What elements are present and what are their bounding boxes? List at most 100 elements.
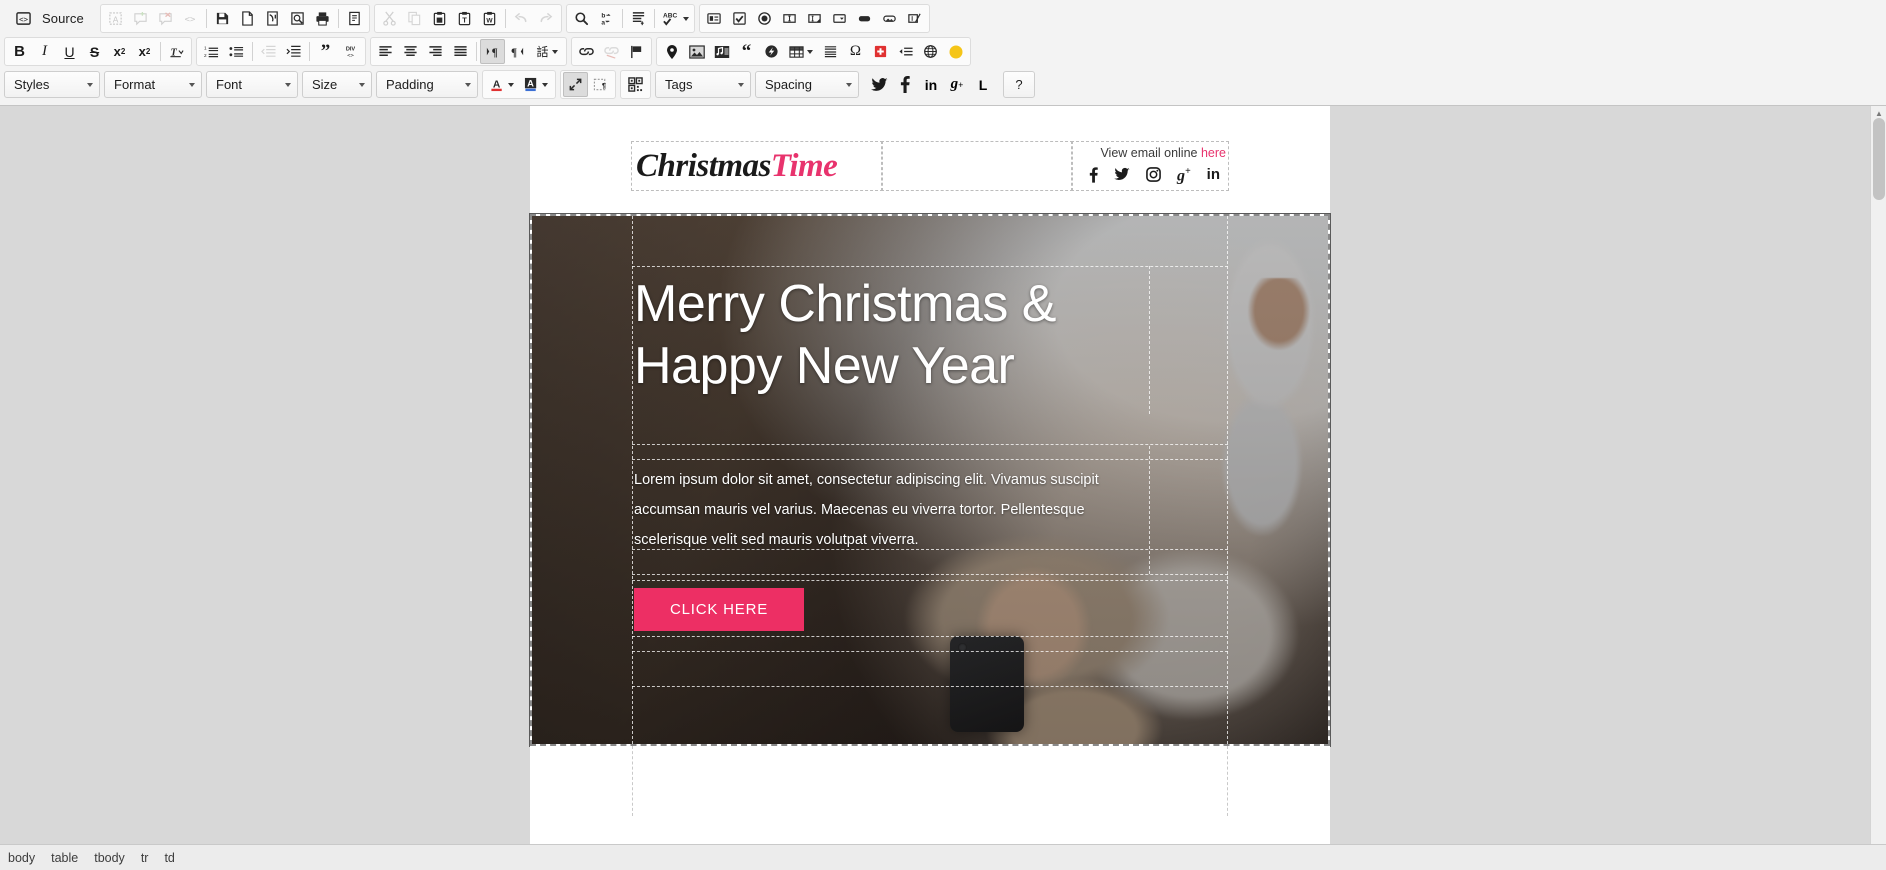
- text-direction-ltr-button[interactable]: ¶: [480, 39, 505, 64]
- underline-button[interactable]: U: [57, 39, 82, 64]
- preview-button[interactable]: [285, 6, 310, 31]
- email-canvas[interactable]: ChristmasTime View email online here g+ …: [529, 106, 1331, 867]
- table-button[interactable]: [784, 39, 818, 64]
- document-properties-button[interactable]: [342, 6, 367, 31]
- paste-as-text-button[interactable]: T: [452, 6, 477, 31]
- special-char-button[interactable]: Ω: [843, 39, 868, 64]
- path-item-table[interactable]: table: [51, 851, 78, 865]
- map-marker-button[interactable]: [659, 39, 684, 64]
- background-color-button[interactable]: A: [519, 72, 553, 97]
- path-item-body[interactable]: body: [8, 851, 35, 865]
- media-button[interactable]: [709, 39, 734, 64]
- view-email-online-link[interactable]: here: [1201, 146, 1226, 160]
- decrease-indent-button[interactable]: [256, 39, 281, 64]
- format-select[interactable]: Format: [104, 71, 202, 98]
- text-direction-rtl-button[interactable]: ¶: [505, 39, 530, 64]
- l-share-button[interactable]: L: [970, 72, 996, 97]
- select-field-button[interactable]: [827, 6, 852, 31]
- preview-mail-button[interactable]: [260, 6, 285, 31]
- anchor-button[interactable]: [624, 39, 649, 64]
- paste-from-word-button[interactable]: W: [477, 6, 502, 31]
- subscript-button[interactable]: x2: [107, 39, 132, 64]
- hero-title[interactable]: Merry Christmas & Happy New Year: [634, 274, 1226, 397]
- linkedin-icon[interactable]: in: [1207, 167, 1220, 186]
- link-button[interactable]: [574, 39, 599, 64]
- textarea-button[interactable]: [802, 6, 827, 31]
- below-hero-block[interactable]: [530, 746, 1330, 817]
- editing-area[interactable]: ChristmasTime View email online here g+ …: [0, 106, 1886, 867]
- logo-cell[interactable]: ChristmasTime: [631, 140, 883, 192]
- redo-button[interactable]: [534, 6, 559, 31]
- paste-button[interactable]: [427, 6, 452, 31]
- unlink-button[interactable]: [599, 39, 624, 64]
- align-center-button[interactable]: [398, 39, 423, 64]
- remove-format-button[interactable]: T: [164, 39, 189, 64]
- undo-button[interactable]: [509, 6, 534, 31]
- bold-button[interactable]: B: [7, 39, 32, 64]
- styles-select[interactable]: Styles: [4, 71, 100, 98]
- select-all-button[interactable]: [626, 6, 651, 31]
- hidden-field-button[interactable]: [902, 6, 927, 31]
- source-button[interactable]: <> Source: [7, 6, 93, 31]
- google-plus-icon[interactable]: g+: [1177, 167, 1191, 186]
- save-button[interactable]: [210, 6, 235, 31]
- qr-code-button[interactable]: [623, 72, 648, 97]
- linkedin-share-button[interactable]: in: [918, 72, 944, 97]
- vertical-scroll-thumb[interactable]: [1873, 118, 1885, 200]
- page-break-button[interactable]: [893, 39, 918, 64]
- align-justify-button[interactable]: [448, 39, 473, 64]
- facebook-share-button[interactable]: [892, 72, 918, 97]
- templates-button[interactable]: A: [103, 6, 128, 31]
- find-button[interactable]: [569, 6, 594, 31]
- code-tags-button[interactable]: <>: [178, 6, 203, 31]
- show-blocks-button[interactable]: ¶: [588, 72, 613, 97]
- find-replace-button[interactable]: ba: [594, 6, 619, 31]
- facebook-icon[interactable]: [1089, 167, 1098, 186]
- blockquote-button[interactable]: ”: [313, 39, 338, 64]
- path-item-td[interactable]: td: [164, 851, 174, 865]
- print-button[interactable]: [310, 6, 335, 31]
- align-left-button[interactable]: [373, 39, 398, 64]
- image-button-field-button[interactable]: [877, 6, 902, 31]
- header-spacer-cell[interactable]: [881, 140, 1073, 192]
- tags-select[interactable]: Tags: [655, 71, 751, 98]
- flash-button[interactable]: [759, 39, 784, 64]
- yellow-circle-button[interactable]: [943, 39, 968, 64]
- increase-indent-button[interactable]: [281, 39, 306, 64]
- globe-button[interactable]: [918, 39, 943, 64]
- twitter-icon[interactable]: [1113, 167, 1130, 186]
- comment-delete-button[interactable]: [153, 6, 178, 31]
- click-here-button[interactable]: CLICK HERE: [634, 588, 805, 632]
- align-right-button[interactable]: [423, 39, 448, 64]
- hero-body-text[interactable]: Lorem ipsum dolor sit amet, consectetur …: [634, 466, 1142, 555]
- numbered-list-button[interactable]: 12: [199, 39, 224, 64]
- cut-button[interactable]: [377, 6, 402, 31]
- superscript-button[interactable]: x2: [132, 39, 157, 64]
- new-page-button[interactable]: [235, 6, 260, 31]
- spellcheck-button[interactable]: ABC: [658, 6, 692, 31]
- copy-button[interactable]: [402, 6, 427, 31]
- bulleted-list-button[interactable]: [224, 39, 249, 64]
- twitter-share-button[interactable]: [866, 72, 892, 97]
- red-cross-button[interactable]: [868, 39, 893, 64]
- path-item-tr[interactable]: tr: [141, 851, 149, 865]
- checkbox-button[interactable]: [727, 6, 752, 31]
- size-select[interactable]: Size: [302, 71, 372, 98]
- header-right-cell[interactable]: View email online here g+ in: [1071, 140, 1229, 192]
- form-button[interactable]: [702, 6, 727, 31]
- google-plus-share-button[interactable]: g +: [944, 72, 970, 97]
- maximize-button[interactable]: [563, 72, 588, 97]
- spacing-select[interactable]: Spacing: [755, 71, 859, 98]
- create-div-button[interactable]: DIV <>: [338, 39, 363, 64]
- text-field-button[interactable]: [777, 6, 802, 31]
- font-select[interactable]: Font: [206, 71, 298, 98]
- language-button[interactable]: 話: [530, 39, 564, 64]
- comment-add-button[interactable]: [128, 6, 153, 31]
- radio-button[interactable]: [752, 6, 777, 31]
- button-field-button[interactable]: [852, 6, 877, 31]
- italic-button[interactable]: I: [32, 39, 57, 64]
- text-color-button[interactable]: A: [485, 72, 519, 97]
- padding-select[interactable]: Padding: [376, 71, 478, 98]
- horizontal-rule-button[interactable]: [818, 39, 843, 64]
- vertical-scrollbar[interactable]: ▲ ▼: [1870, 106, 1886, 867]
